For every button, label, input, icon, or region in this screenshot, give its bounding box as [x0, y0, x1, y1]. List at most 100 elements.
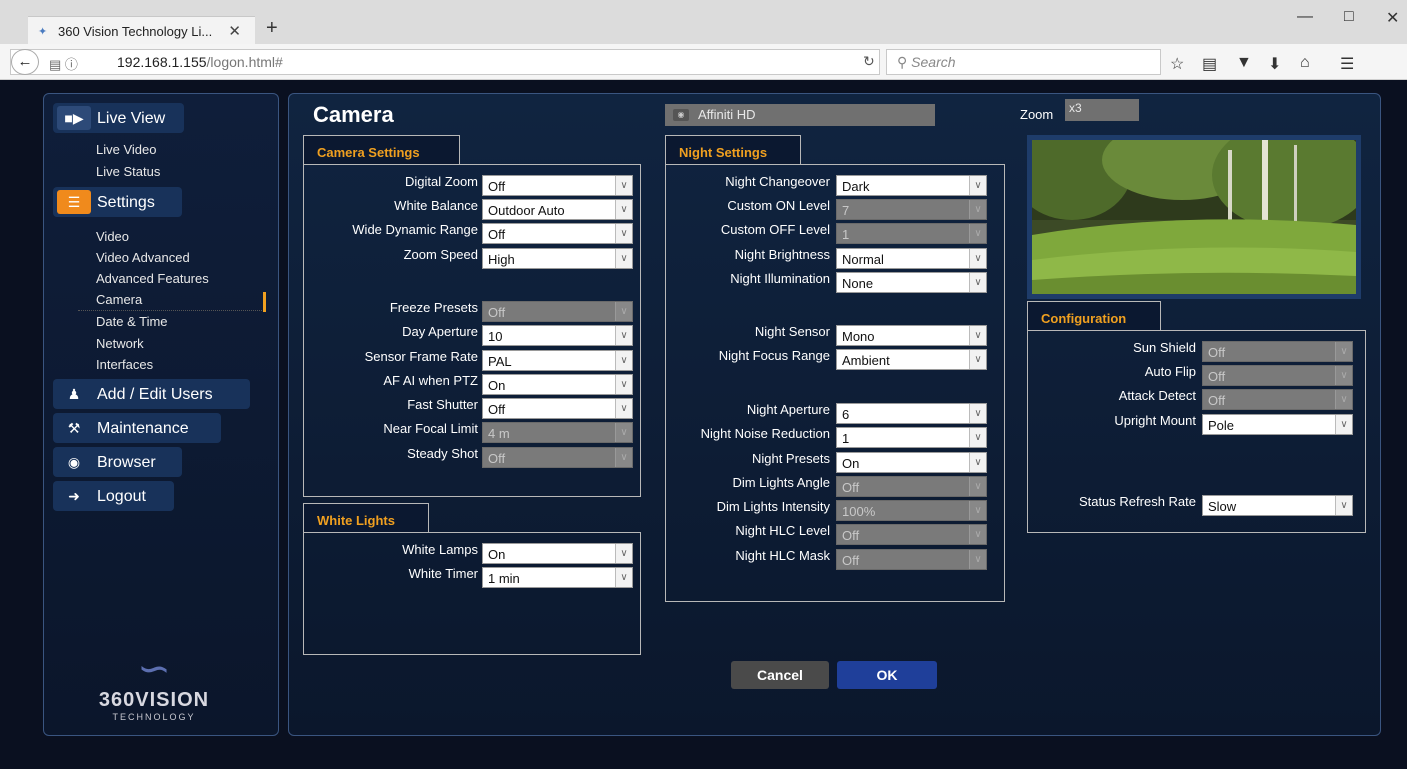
main-panel: Camera ◉ Affiniti HD Zoom x3 Camera Sett…	[288, 93, 1381, 736]
close-tab-icon[interactable]: ✕	[228, 22, 241, 40]
chevron-down-icon: ∨	[615, 326, 632, 345]
sidebar-item-advanced-features[interactable]: Advanced Features	[96, 271, 209, 286]
back-arrow-icon[interactable]: ←	[11, 49, 39, 75]
address-bar[interactable]: ← ▤ ⓘ 192.168.1.155/logon.html# ↻	[10, 49, 880, 75]
browser-search-input[interactable]: ⚲ Search	[886, 49, 1161, 75]
sidebar-item-network[interactable]: Network	[96, 336, 144, 351]
freeze-presets-label: Freeze Presets	[389, 300, 478, 315]
preview-scene	[1032, 140, 1356, 294]
tab-white-lights[interactable]: White Lights	[303, 503, 429, 533]
globe-icon: ◉	[67, 454, 81, 470]
settings-button[interactable]: ☰ Settings	[53, 187, 182, 217]
white-timer-label: White Timer	[408, 566, 478, 581]
upright-mount-label: Upright Mount	[1114, 413, 1196, 428]
download-icon[interactable]: ⬇	[1268, 54, 1281, 74]
zoom-speed-select[interactable]: High ∨	[482, 248, 633, 269]
menu-icon[interactable]: ☰	[1340, 54, 1354, 74]
attack-detect-value: Off	[1208, 393, 1226, 408]
live-view-button[interactable]: ■▶ Live View	[53, 103, 184, 133]
white-timer-select[interactable]: 1 min ∨	[482, 567, 633, 588]
night-brightness-row: Night Brightness	[666, 245, 830, 265]
night-presets-label: Night Presets	[751, 451, 830, 466]
sensor-frame-rate-row: Sensor Frame Rate	[304, 347, 478, 367]
fast-shutter-select[interactable]: Off ∨	[482, 398, 633, 419]
sidebar-item-video-advanced[interactable]: Video Advanced	[96, 250, 190, 265]
reading-list-icon[interactable]: ▤	[1202, 54, 1217, 74]
sidebar-item-live-status[interactable]: Live Status	[96, 164, 160, 179]
digital-zoom-select[interactable]: Off ∨	[482, 175, 633, 196]
white-lamps-select[interactable]: On ∨	[482, 543, 633, 564]
maximize-icon[interactable]: □	[1344, 8, 1354, 26]
night-changeover-value: Dark	[842, 179, 870, 194]
browser-tab[interactable]: ✦ 360 Vision Technology Li... ✕	[28, 16, 255, 44]
sliders-icon: ☰	[57, 190, 91, 214]
night-presets-row: Night Presets	[666, 449, 830, 469]
sidebar-item-interfaces[interactable]: Interfaces	[96, 357, 153, 372]
night-sensor-select[interactable]: Mono ∨	[836, 325, 987, 346]
night-presets-select[interactable]: On ∨	[836, 452, 987, 473]
status-refresh-rate-select[interactable]: Slow ∨	[1202, 495, 1353, 516]
cancel-button[interactable]: Cancel	[731, 661, 829, 689]
night-noise-reduction-row: Night Noise Reduction	[666, 424, 830, 444]
chevron-down-icon: ∨	[969, 273, 986, 292]
pocket-icon[interactable]: ▼	[1236, 54, 1252, 72]
video-camera-icon: ■▶	[57, 106, 91, 130]
reload-icon[interactable]: ↻	[863, 53, 875, 70]
browser-button[interactable]: ◉ Browser	[53, 447, 182, 477]
home-icon[interactable]: ⌂	[1300, 54, 1310, 72]
wide-dynamic-range-value: Off	[488, 227, 506, 242]
close-window-icon[interactable]: ✕	[1386, 8, 1399, 28]
minimize-icon[interactable]: —	[1297, 8, 1313, 26]
sidebar-item-live-video[interactable]: Live Video	[96, 142, 156, 157]
night-sensor-value: Mono	[842, 329, 875, 344]
night-focus-range-select[interactable]: Ambient ∨	[836, 349, 987, 370]
chevron-down-icon: ∨	[615, 302, 632, 321]
night-hlc-mask-row: Night HLC Mask	[666, 546, 830, 566]
night-illumination-value: None	[842, 276, 874, 291]
night-sensor-row: Night Sensor	[666, 322, 830, 342]
auto-flip-value: Off	[1208, 369, 1226, 384]
night-aperture-select[interactable]: 6 ∨	[836, 403, 987, 424]
night-illumination-select[interactable]: None ∨	[836, 272, 987, 293]
night-noise-reduction-select[interactable]: 1 ∨	[836, 427, 987, 448]
maintenance-button[interactable]: ⚒ Maintenance	[53, 413, 221, 443]
chevron-down-icon: ∨	[969, 501, 986, 520]
night-hlc-mask-label: Night HLC Mask	[735, 548, 830, 563]
sidebar-item-video[interactable]: Video	[96, 229, 129, 244]
upright-mount-select[interactable]: Pole ∨	[1202, 414, 1353, 435]
auto-flip-label: Auto Flip	[1144, 364, 1196, 379]
night-changeover-select[interactable]: Dark ∨	[836, 175, 987, 196]
sidebar-item-camera[interactable]: Camera	[78, 292, 266, 312]
wrench-icon: ⚒	[67, 420, 81, 436]
white-balance-select[interactable]: Outdoor Auto ∨	[482, 199, 633, 220]
chevron-down-icon: ∨	[1335, 390, 1352, 409]
white-balance-row: White Balance	[304, 196, 478, 216]
af-ai-when-ptz-select[interactable]: On ∨	[482, 374, 633, 395]
sensor-frame-rate-select[interactable]: PAL ∨	[482, 350, 633, 371]
chevron-down-icon: ∨	[615, 568, 632, 587]
page-info-icon[interactable]: ▤ ⓘ	[49, 54, 78, 73]
chevron-down-icon: ∨	[969, 350, 986, 369]
dim-lights-angle-label: Dim Lights Angle	[732, 475, 830, 490]
sidebar-item-camera-label: Camera	[96, 292, 143, 307]
browser-nav-bar: ← ▤ ⓘ 192.168.1.155/logon.html# ↻ ⚲ Sear…	[0, 44, 1407, 80]
steady-shot-value: Off	[488, 451, 506, 466]
wide-dynamic-range-label: Wide Dynamic Range	[352, 222, 478, 237]
logout-button[interactable]: ➜ Logout	[53, 481, 174, 511]
night-brightness-select[interactable]: Normal ∨	[836, 248, 987, 269]
ok-button[interactable]: OK	[837, 661, 937, 689]
tab-camera-settings[interactable]: Camera Settings	[303, 135, 460, 165]
dim-lights-intensity-value: 100%	[842, 504, 876, 519]
chevron-down-icon: ∨	[615, 249, 632, 268]
day-aperture-select[interactable]: 10 ∨	[482, 325, 633, 346]
bookmark-star-icon[interactable]: ☆	[1170, 54, 1184, 74]
add-edit-users-button[interactable]: ♟ Add / Edit Users	[53, 379, 250, 409]
new-tab-button[interactable]: +	[266, 17, 278, 40]
tab-night-settings[interactable]: Night Settings	[665, 135, 801, 165]
sidebar-item-date-time[interactable]: Date & Time	[96, 314, 168, 329]
app-container: ■▶ Live View Live Video Live Status ☰ Se…	[8, 80, 1392, 760]
chevron-down-icon: ∨	[615, 544, 632, 563]
night-hlc-mask-value: Off	[842, 553, 860, 568]
tab-configuration[interactable]: Configuration	[1027, 301, 1161, 331]
wide-dynamic-range-select[interactable]: Off ∨	[482, 223, 633, 244]
